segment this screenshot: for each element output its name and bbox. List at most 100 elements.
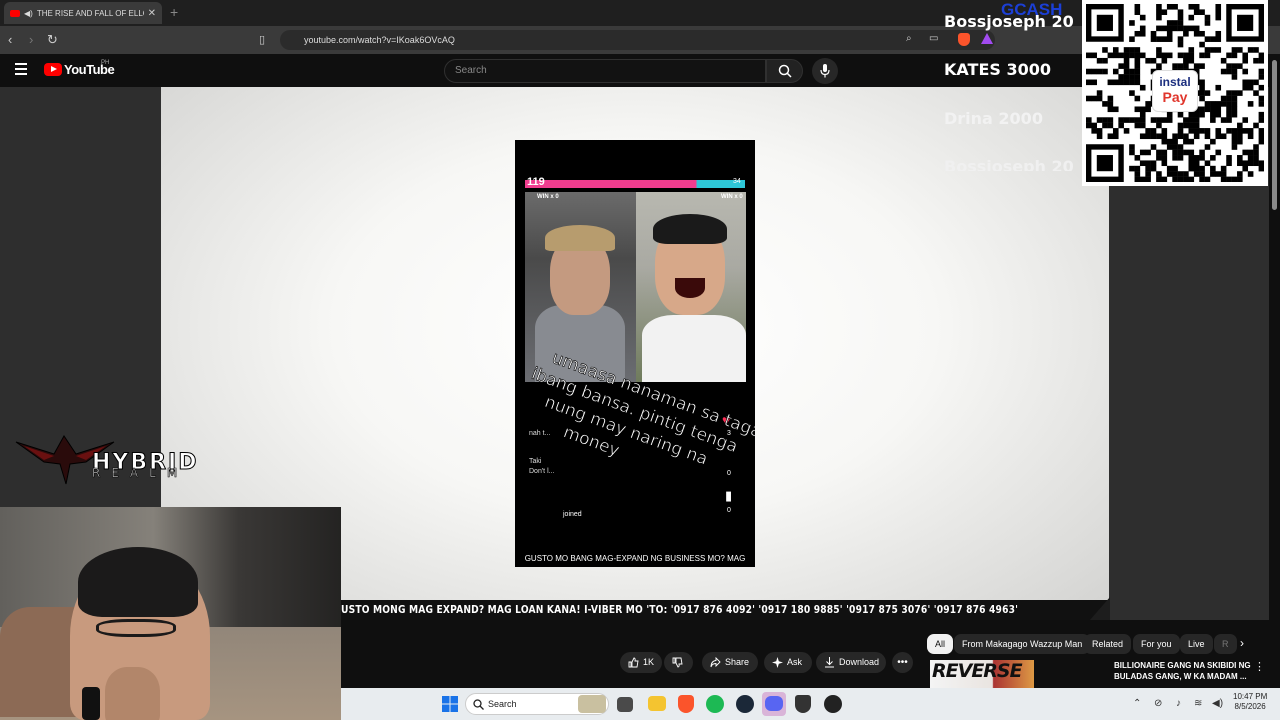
url-field[interactable]: youtube.com/watch?v=IKoak6OVcAQ: [280, 30, 995, 50]
like-button[interactable]: 1K: [620, 652, 662, 673]
qr-module: [1199, 52, 1205, 59]
windows-start-icon[interactable]: [440, 694, 460, 714]
recommended-title[interactable]: BILLIONAIRE GANG NA SKIBIDI NG BULADAS G…: [1114, 660, 1254, 682]
qr-module: [1258, 138, 1264, 145]
youtube-logo-icon[interactable]: [44, 63, 62, 76]
qr-module: [1199, 30, 1205, 37]
voice-search-button[interactable]: [812, 58, 838, 84]
brave-shield-icon[interactable]: [958, 33, 970, 46]
search-highlight-icon[interactable]: [578, 695, 606, 713]
reload-icon[interactable]: ↻: [47, 32, 58, 48]
new-tab-button[interactable]: +: [170, 4, 178, 20]
file-explorer-icon[interactable]: [648, 696, 666, 711]
volume-icon[interactable]: ◀): [1212, 698, 1223, 709]
dislike-button[interactable]: [664, 652, 693, 673]
qr-module: [1183, 63, 1189, 69]
qr-module: [1102, 57, 1108, 64]
tray-chevron-up-icon[interactable]: ⌃: [1133, 698, 1141, 709]
qr-module: [1204, 101, 1211, 107]
qr-module: [1204, 106, 1211, 113]
chip-for-you[interactable]: For you: [1133, 634, 1180, 654]
qr-module: [1107, 79, 1114, 86]
qr-module: [1242, 84, 1249, 91]
qr-module: [1139, 30, 1146, 37]
cast-icon[interactable]: ▭: [929, 33, 938, 44]
qr-module: [1091, 68, 1097, 75]
more-actions-button[interactable]: •••: [892, 652, 913, 673]
network-off-icon[interactable]: ⊘: [1154, 698, 1162, 709]
steam-icon[interactable]: [736, 695, 754, 713]
brave-browser-icon[interactable]: [678, 695, 694, 713]
qr-module: [1086, 68, 1092, 75]
browser-tab[interactable]: ◀) THE RISE AND FALL OF ELLO ✕: [4, 2, 162, 24]
recommended-video[interactable]: REVERSE BILLIONAIRE GANG NA SKIBIDI NG B…: [924, 658, 1269, 688]
qr-module: [1172, 149, 1178, 156]
qr-module: [1247, 160, 1254, 167]
thumbnail-text: REVERSE: [932, 660, 1023, 682]
task-view-icon[interactable]: [617, 697, 633, 712]
qr-module: [1107, 117, 1114, 123]
bookmark-icon[interactable]: ▯: [259, 33, 265, 46]
qr-module: [1247, 133, 1254, 140]
recommended-thumbnail[interactable]: REVERSE: [930, 660, 1034, 688]
qr-module: [1166, 30, 1173, 37]
chip-all[interactable]: All: [927, 634, 954, 654]
forward-icon[interactable]: ›: [29, 32, 33, 47]
qr-module: [1139, 133, 1146, 140]
share-button[interactable]: Share: [702, 652, 758, 673]
scrollbar-thumb[interactable]: [1272, 60, 1277, 210]
qr-module: [1231, 133, 1238, 140]
qr-module: [1134, 155, 1141, 161]
qr-module: [1161, 155, 1168, 161]
chip-live[interactable]: Live: [1180, 634, 1213, 654]
qr-module: [1247, 79, 1254, 86]
speaker-icon[interactable]: ◀): [24, 9, 33, 18]
qr-module: [1204, 160, 1211, 167]
chip-from-channel[interactable]: From Makagago Wazzup Man: [954, 634, 1091, 654]
spotify-icon[interactable]: [706, 695, 724, 713]
gcash-label: GCASH: [1001, 0, 1063, 19]
taskbar-clock[interactable]: 10:47 PM 8/5/2026: [1233, 692, 1267, 712]
obs-icon[interactable]: [824, 695, 842, 713]
chevron-right-icon[interactable]: ›: [1240, 636, 1244, 650]
back-icon[interactable]: ‹: [8, 32, 12, 47]
chip-related[interactable]: Related: [1084, 634, 1132, 654]
qr-module: [1134, 165, 1141, 172]
discord-icon[interactable]: [765, 696, 783, 711]
wifi-icon[interactable]: ≋: [1194, 698, 1202, 709]
qr-module: [1247, 84, 1254, 91]
download-button[interactable]: Download: [816, 652, 886, 673]
qr-module: [1161, 52, 1168, 59]
close-tab-icon[interactable]: ✕: [148, 8, 156, 19]
qr-module: [1172, 165, 1178, 172]
qr-module: [1188, 155, 1195, 161]
qr-module: [1247, 171, 1254, 177]
search-button[interactable]: [766, 59, 803, 83]
qr-module: [1161, 149, 1168, 156]
more-vertical-icon[interactable]: ⋮: [1254, 660, 1265, 673]
qr-module: [1231, 74, 1238, 80]
tray-microphone-icon[interactable]: ♪: [1176, 698, 1181, 709]
qr-module: [1112, 106, 1119, 113]
qr-module: [1107, 95, 1114, 102]
shield-app-icon[interactable]: [795, 695, 811, 713]
qr-module: [1096, 90, 1103, 96]
qr-module: [1226, 101, 1232, 107]
brave-rewards-icon[interactable]: [981, 33, 993, 44]
page-scrollbar[interactable]: [1269, 54, 1280, 694]
qr-module: [1253, 122, 1259, 129]
qr-module: [1226, 52, 1232, 59]
qr-module: [1139, 111, 1146, 118]
ask-button[interactable]: Ask: [764, 652, 812, 673]
zoom-icon[interactable]: ⌕: [906, 33, 912, 44]
chip-truncated[interactable]: R: [1214, 634, 1237, 654]
qr-module: [1139, 176, 1146, 182]
qr-module: [1177, 52, 1184, 59]
qr-module: [1134, 52, 1141, 59]
qr-module: [1134, 9, 1141, 15]
menu-icon[interactable]: [15, 63, 27, 75]
qr-module: [1129, 165, 1135, 172]
search-input[interactable]: Search: [444, 59, 766, 83]
qr-module: [1220, 171, 1227, 177]
qr-module: [1129, 79, 1135, 86]
